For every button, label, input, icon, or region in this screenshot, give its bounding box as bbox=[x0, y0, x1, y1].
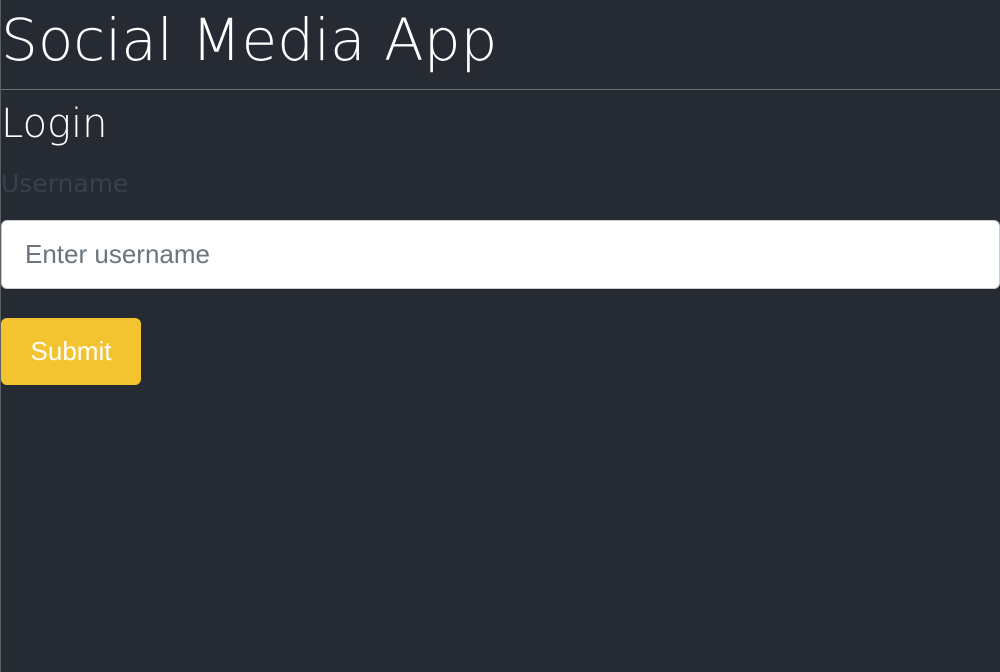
app-title: Social Media App bbox=[1, 6, 498, 74]
app-header: Social Media App bbox=[1, 0, 1000, 90]
username-input[interactable] bbox=[1, 220, 1000, 289]
submit-button[interactable]: Submit bbox=[1, 318, 141, 385]
login-title: Login bbox=[1, 101, 108, 147]
username-label: Username bbox=[1, 169, 129, 198]
